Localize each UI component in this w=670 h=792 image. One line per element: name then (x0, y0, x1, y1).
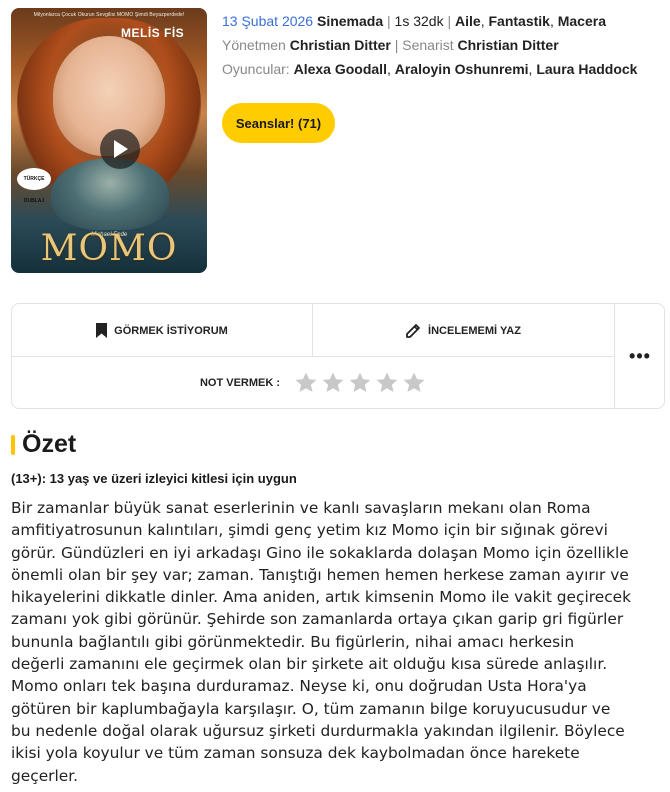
watchlist-label: GÖRMEK İSTİYORUM (114, 324, 228, 337)
plot-line: hikayelerini dikkatle dinler. Ama aniden… (11, 588, 632, 607)
showtimes-button[interactable]: Seanslar! (71) (222, 103, 335, 143)
cast-link[interactable]: Alexa Goodall (294, 61, 387, 77)
star-rating[interactable] (294, 371, 426, 395)
cast-link[interactable]: Laura Haddock (536, 61, 637, 77)
age-rating: (13+): 13 yaş ve üzeri izleyici kitlesi … (11, 471, 297, 486)
more-dots-icon: ••• (629, 346, 651, 366)
write-review-label: İNCELEMEMİ YAZ (428, 324, 521, 337)
plot-line: değerli zamanını ele geçirmek olan bir ş… (11, 655, 608, 674)
rate-label: NOT VERMEK : (199, 377, 281, 389)
director-label: Yönetmen (222, 37, 286, 53)
play-trailer-button[interactable] (100, 129, 140, 169)
plot-line: bu nedenle doğal olarak uğursuz şirketi … (11, 721, 625, 740)
genre-link-aile[interactable]: Aile (455, 13, 481, 29)
movie-info: 13 Şubat 2026 Sinemada | 1s 32dk | Aile,… (222, 11, 662, 83)
poster-tagline: Milyonlarca Çocuk Okurun Sevgilisi MOMO … (33, 12, 185, 18)
genre-link-fantastik[interactable]: Fantastik (488, 13, 549, 29)
writer-link[interactable]: Christian Ditter (458, 37, 559, 53)
play-icon (114, 140, 128, 158)
writer-label: Senarist (402, 37, 454, 53)
duration: 1s 32dk (394, 13, 444, 29)
cast-label: Oyuncular: (222, 61, 290, 77)
plot-line: önemli olan bir şey var; zaman. Tanıştığ… (11, 565, 629, 584)
star-icon[interactable] (294, 371, 318, 395)
more-options-button[interactable]: ••• (614, 304, 665, 408)
write-review-button[interactable]: İNCELEMEMİ YAZ (313, 304, 614, 357)
plot-line: Bir zamanlar büyük sanat eserlerinin ve … (11, 499, 591, 517)
director-link[interactable]: Christian Ditter (290, 37, 391, 53)
bookmark-icon (96, 323, 108, 338)
poster-title: MOMO (40, 228, 178, 269)
plot-line: ikisi yola koyulur ve tüm zaman sonsuza … (11, 744, 580, 763)
plot-line: Momo onları tek başına durduramaz. Neyse… (11, 677, 587, 696)
star-icon[interactable] (321, 371, 345, 395)
plot-line: geçerler. (11, 766, 79, 785)
plot-line: görür. Gündüzleri en iyi arkadaşı Gino i… (11, 543, 629, 562)
watchlist-button[interactable]: GÖRMEK İSTİYORUM (12, 304, 313, 357)
plot-line: zamanı yok gibi görünür. Şehirde son zam… (11, 610, 624, 629)
pencil-icon (406, 324, 420, 338)
plot-line: bununla bağlantılı gibi görünmektedir. B… (11, 632, 575, 651)
genre-link-macera[interactable]: Macera (558, 13, 606, 29)
rating-row: NOT VERMEK : (12, 358, 614, 408)
poster-dub-badge: TÜRKÇE DUBLAJ (17, 168, 51, 204)
user-actions-panel: GÖRMEK İSTİYORUM İNCELEMEMİ YAZ ••• NOT … (11, 303, 665, 409)
movie-poster[interactable]: Milyonlarca Çocuk Okurun Sevgilisi MOMO … (11, 8, 207, 273)
summary-heading: Özet (11, 430, 76, 459)
star-icon[interactable] (375, 371, 399, 395)
release-status: Sinemada (316, 13, 384, 29)
cast-line: Oyuncular: Alexa Goodall, Araloyin Oshun… (222, 61, 638, 77)
crew-line: Yönetmen Christian Ditter | Senarist Chr… (222, 37, 559, 53)
poster-actor-name: MELİS FİS (121, 26, 185, 40)
star-icon[interactable] (402, 371, 426, 395)
cast-link[interactable]: Araloyin Oshunremi (395, 61, 529, 77)
plot-line: götüren bir kaplumbağayla karşılaşır. O,… (11, 699, 611, 718)
release-date[interactable]: 13 Şubat 2026 (222, 13, 313, 29)
plot-summary: Bir zamanlar büyük sanat eserlerinin ve … (11, 497, 665, 787)
plot-line: amfitiyatrosunun kalıntıları, şimdi genç… (11, 521, 608, 540)
release-line: 13 Şubat 2026 Sinemada | 1s 32dk | Aile,… (222, 13, 606, 29)
star-icon[interactable] (348, 371, 372, 395)
heading-accent-bar (11, 434, 15, 455)
summary-title: Özet (22, 430, 77, 458)
poster-turtle-art (51, 158, 169, 230)
